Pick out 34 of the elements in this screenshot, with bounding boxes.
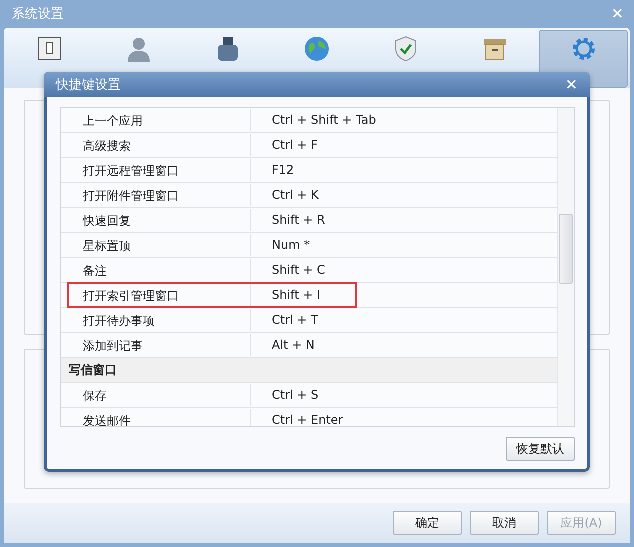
dialog-button[interactable]: 取消 [470,511,539,535]
restore-default-button[interactable]: 恢复默认 [506,437,575,461]
shortcut-cell[interactable]: Shift + C [251,259,557,281]
shortcut-cell[interactable]: Ctrl + Shift + Tab [251,109,557,131]
shortcut-cell[interactable]: F12 [251,159,557,181]
section-header: 写信窗口 [61,358,557,382]
scroll-thumb[interactable] [559,214,573,284]
shortcut-cell[interactable]: Ctrl + Enter [251,409,557,426]
action-cell: 打开索引管理窗口 [69,284,251,306]
action-cell: 打开待办事项 [69,309,251,331]
dialog-title: 快捷键设置 [56,76,121,94]
action-cell: 打开远程管理窗口 [69,159,251,181]
action-cell: 高级搜索 [69,134,251,156]
shortcut-cell[interactable]: Ctrl + T [251,309,557,331]
dialog-button[interactable]: 确定 [393,511,462,535]
shortcut-cell[interactable]: Shift + R [251,209,557,231]
action-cell: 保存 [69,384,251,406]
action-cell: 快速回复 [69,209,251,231]
shortcut-cell[interactable]: Ctrl + F [251,134,557,156]
action-cell: 星标置顶 [69,234,251,256]
shortcut-cell[interactable]: Num * [251,234,557,256]
shortcut-cell[interactable]: Ctrl + S [251,384,557,406]
action-cell: 打开附件管理窗口 [69,184,251,206]
window-title: 系统设置 [12,6,64,23]
action-cell: 添加到记事 [69,334,251,356]
scrollbar[interactable] [557,108,574,426]
globe-icon [303,35,331,63]
action-cell: 上一个应用 [69,109,251,131]
close-icon[interactable]: ✕ [565,76,578,94]
action-cell: 备注 [69,259,251,281]
shortcut-cell[interactable]: Shift + I [251,284,355,306]
shortcut-cell[interactable]: Ctrl + K [251,184,557,206]
shortcut-cell[interactable]: Alt + N [251,334,557,356]
device-icon [36,35,64,63]
